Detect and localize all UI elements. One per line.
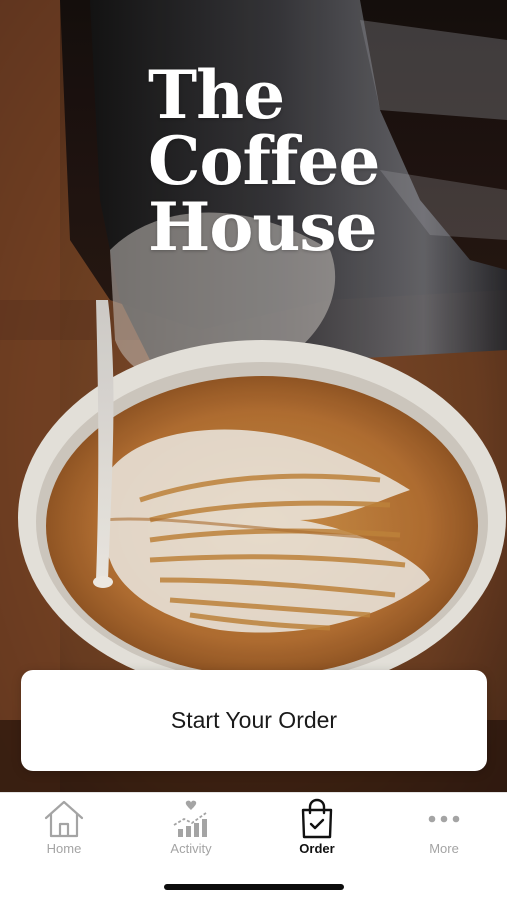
tab-activity[interactable]: Activity (128, 798, 254, 860)
home-indicator[interactable] (164, 884, 344, 890)
shopping-bag-check-icon (295, 798, 339, 840)
house-icon (42, 798, 86, 840)
tab-home[interactable]: Home (1, 798, 127, 860)
brand-title-line-2: Coffee (148, 122, 380, 200)
app-screen: The Coffee House Start Your Order Home A… (0, 0, 507, 900)
start-order-button-label: Start Your Order (170, 707, 338, 733)
tab-home-label: Home (46, 841, 82, 856)
more-dots-icon (422, 798, 466, 840)
activity-chart-icon (169, 798, 213, 840)
tab-more[interactable]: More (381, 798, 507, 860)
tab-order-label: Order (299, 841, 335, 856)
brand-title-line-1: The (148, 56, 285, 134)
brand-title-line-3: House (148, 188, 378, 266)
tab-more-label: More (429, 841, 459, 856)
brand-title: The Coffee House (148, 62, 468, 260)
tab-activity-label: Activity (170, 841, 212, 856)
start-order-button[interactable]: Start Your Order (21, 670, 487, 771)
tab-order[interactable]: Order (254, 798, 380, 860)
bottom-tab-bar: Home Activity Order More (0, 792, 507, 900)
